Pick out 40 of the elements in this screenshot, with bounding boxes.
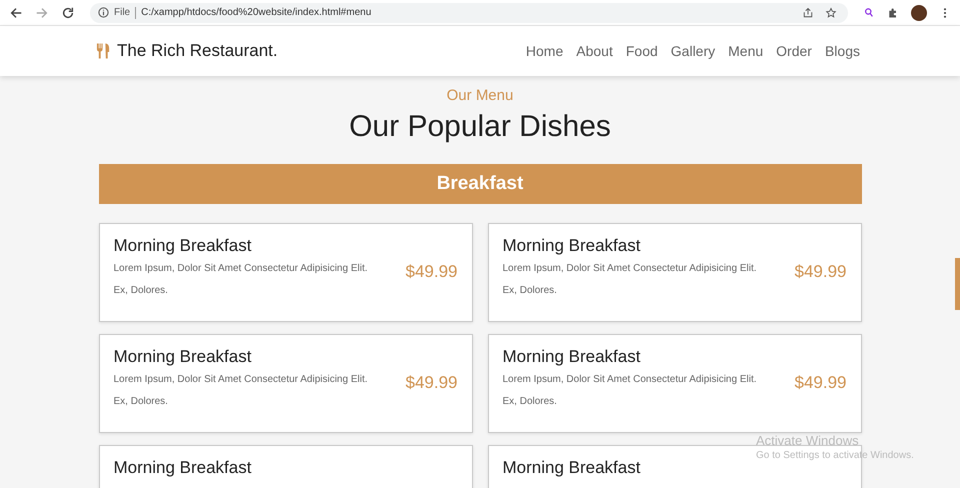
dish-description: Lorem Ipsum, Dolor Sit Amet Consectetur Adipisicing Elit. Ex, Dolores. <box>502 373 758 409</box>
star-icon[interactable] <box>825 6 837 18</box>
activation-title: Activate Windows <box>756 433 860 448</box>
avatar-icon[interactable] <box>911 4 927 20</box>
section-subtitle: Our Menu <box>446 87 514 106</box>
nav-link[interactable]: Blogs <box>824 43 860 59</box>
section-title: Our Popular Dishes <box>349 109 611 145</box>
nav-link[interactable]: Menu <box>728 43 764 59</box>
dish-name: Morning Breakfast <box>502 458 642 478</box>
activation-text: Go to Settings to activate Windows. <box>756 450 914 461</box>
dish-name: Morning Breakfast <box>114 236 252 256</box>
site-logo[interactable]: The Rich Restaurant. <box>117 41 278 61</box>
dish-price: $49.99 <box>406 262 458 282</box>
dish-price: $49.99 <box>406 373 458 393</box>
nav-link[interactable]: Gallery <box>670 43 716 59</box>
dish-name: Morning Breakfast <box>502 236 642 256</box>
dish-name: Morning Breakfast <box>114 458 252 478</box>
cutlery-icon <box>96 42 111 60</box>
dish-name: Morning Breakfast <box>502 347 642 367</box>
dish-name: Morning Breakfast <box>114 347 252 367</box>
share-icon[interactable] <box>802 6 814 18</box>
dish-price: $49.99 <box>794 262 846 282</box>
category-banner: Breakfast <box>98 164 862 204</box>
dish-description: Lorem Ipsum, Dolor Sit Amet Consectetur Adipisicing Elit. Ex, Dolores. <box>502 262 758 298</box>
dish-description: Lorem Ipsum, Dolor Sit Amet Consectetur Adipisicing Elit. Ex, Dolores. <box>114 262 368 298</box>
dish-price: $49.99 <box>794 373 846 393</box>
info-icon[interactable] <box>98 7 109 18</box>
puzzle-icon[interactable] <box>887 6 899 18</box>
back-icon[interactable] <box>9 6 23 20</box>
url-text: C:/xampp/htdocs/food%20website/index.html#menu <box>141 7 372 18</box>
nav-link[interactable]: About <box>576 43 613 59</box>
scrollbar-thumb[interactable] <box>955 258 960 310</box>
dish-description: Lorem Ipsum, Dolor Sit Amet Consectetur Adipisicing Elit. Ex, Dolores. <box>114 373 368 409</box>
nav-link[interactable]: Food <box>626 43 658 59</box>
nav-link[interactable]: Order <box>776 43 812 59</box>
url-scheme: File <box>114 7 130 18</box>
reload-icon[interactable] <box>61 6 75 20</box>
search-icon[interactable] <box>863 6 875 18</box>
address-bar[interactable]: File C:/xampp/htdocs/food%20website/index.html#menu <box>90 2 848 22</box>
nav-link[interactable]: Home <box>526 43 564 59</box>
